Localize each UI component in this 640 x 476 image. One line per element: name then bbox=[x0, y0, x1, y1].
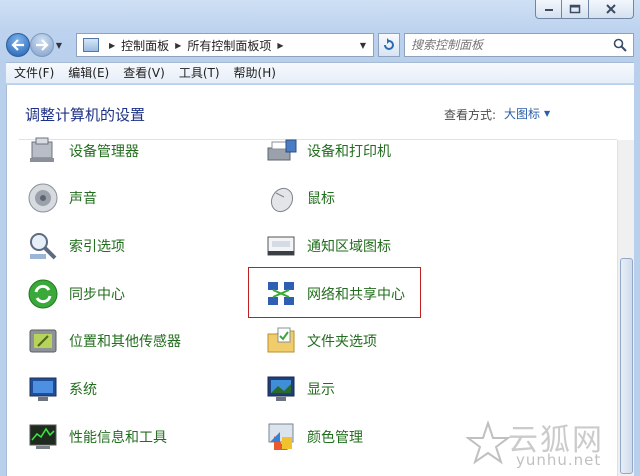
maximize-button[interactable] bbox=[562, 0, 589, 19]
back-button[interactable] bbox=[6, 33, 30, 57]
menu-edit[interactable]: 编辑(E) bbox=[62, 63, 115, 83]
address-bar[interactable]: ▶ 控制面板 ▶ 所有控制面板项 ▶ ▼ bbox=[76, 33, 374, 57]
item-label: 位置和其他传感器 bbox=[69, 334, 181, 350]
breadcrumb-all-items[interactable]: 所有控制面板项 bbox=[187, 37, 271, 54]
refresh-button[interactable] bbox=[378, 33, 400, 57]
item-indexing-options[interactable]: 索引选项 bbox=[25, 228, 125, 264]
item-folder-options[interactable]: 文件夹选项 bbox=[263, 323, 377, 359]
display-icon bbox=[263, 371, 299, 407]
device-manager-icon bbox=[25, 133, 61, 169]
item-location-sensors[interactable]: 位置和其他传感器 bbox=[25, 323, 181, 359]
watermark: 云狐网 yunhu.net bbox=[466, 415, 634, 476]
item-label: 设备管理器 bbox=[69, 144, 139, 160]
mouse-icon bbox=[263, 180, 299, 216]
item-device-manager[interactable]: 设备管理器 bbox=[25, 133, 139, 169]
page-title: 调整计算机的设置 bbox=[25, 106, 146, 124]
item-system[interactable]: 系统 bbox=[25, 371, 97, 407]
item-label: 显示 bbox=[307, 382, 335, 398]
arrow-left-icon bbox=[11, 39, 24, 51]
forward-button[interactable] bbox=[30, 33, 54, 57]
breadcrumb-control-panel[interactable]: 控制面板 bbox=[121, 37, 169, 54]
item-mouse[interactable]: 鼠标 bbox=[263, 180, 335, 216]
menu-tools[interactable]: 工具(T) bbox=[173, 63, 226, 83]
performance-icon bbox=[25, 419, 61, 455]
minimize-icon bbox=[544, 9, 553, 11]
search-box[interactable] bbox=[404, 33, 634, 57]
speaker-icon bbox=[25, 180, 61, 216]
color-management-icon bbox=[263, 419, 299, 455]
view-mode-dropdown[interactable]: 大图标 bbox=[504, 105, 540, 122]
control-panel-window: ▼ ▶ 控制面板 ▶ 所有控制面板项 ▶ ▼ 文件(F) 编辑(E) 查看(V)… bbox=[0, 0, 640, 476]
item-label: 同步中心 bbox=[69, 287, 125, 303]
breadcrumb-arrow-icon[interactable]: ▶ bbox=[175, 41, 181, 50]
item-label: 设备和打印机 bbox=[307, 144, 391, 160]
menu-bar: 文件(F) 编辑(E) 查看(V) 工具(T) 帮助(H) bbox=[6, 62, 634, 84]
item-label: 通知区域图标 bbox=[307, 239, 391, 255]
breadcrumb-arrow-icon[interactable]: ▶ bbox=[109, 41, 115, 50]
minimize-button[interactable] bbox=[535, 0, 562, 19]
search-icon[interactable] bbox=[611, 36, 629, 54]
caption-buttons bbox=[535, 0, 634, 19]
item-label: 文件夹选项 bbox=[307, 334, 377, 350]
folder-options-icon bbox=[263, 323, 299, 359]
item-label: 索引选项 bbox=[69, 239, 125, 255]
close-icon bbox=[606, 4, 616, 14]
item-label: 颜色管理 bbox=[307, 430, 363, 446]
chevron-down-icon: ▼ bbox=[359, 40, 367, 50]
item-notification-area-icons[interactable]: 通知区域图标 bbox=[263, 228, 391, 264]
view-mode-label: 查看方式: bbox=[444, 108, 497, 122]
item-sound[interactable]: 声音 bbox=[25, 180, 97, 216]
item-display[interactable]: 显示 bbox=[263, 371, 335, 407]
control-panel-icon bbox=[83, 38, 99, 52]
menu-help[interactable]: 帮助(H) bbox=[228, 63, 282, 83]
chevron-down-icon[interactable]: ▼ bbox=[544, 109, 550, 118]
address-dropdown-button[interactable]: ▼ bbox=[355, 36, 371, 54]
item-label: 系统 bbox=[69, 382, 97, 398]
item-sync-center[interactable]: 同步中心 bbox=[25, 276, 125, 312]
system-icon bbox=[25, 371, 61, 407]
indexing-icon bbox=[25, 228, 61, 264]
star-logo-icon bbox=[466, 421, 510, 465]
sync-icon bbox=[25, 276, 61, 312]
printer-icon bbox=[263, 133, 299, 169]
close-button[interactable] bbox=[589, 0, 634, 19]
menu-view[interactable]: 查看(V) bbox=[117, 63, 171, 83]
arrow-right-icon bbox=[36, 39, 49, 51]
item-label: 声音 bbox=[69, 191, 97, 207]
menu-file[interactable]: 文件(F) bbox=[8, 63, 60, 83]
sensor-icon bbox=[25, 323, 61, 359]
item-color-management[interactable]: 颜色管理 bbox=[263, 419, 363, 455]
highlight-box bbox=[248, 267, 421, 318]
breadcrumb-arrow-icon[interactable]: ▶ bbox=[277, 41, 283, 50]
watermark-url: yunhu.net bbox=[516, 451, 602, 469]
search-input[interactable] bbox=[411, 35, 611, 55]
refresh-icon bbox=[384, 38, 394, 50]
item-label: 鼠标 bbox=[307, 191, 335, 207]
maximize-icon bbox=[569, 4, 581, 14]
notification-icon bbox=[263, 228, 299, 264]
navigation-bar: ▼ ▶ 控制面板 ▶ 所有控制面板项 ▶ ▼ bbox=[6, 32, 634, 58]
chevron-down-icon: ▼ bbox=[55, 40, 63, 50]
item-label: 性能信息和工具 bbox=[69, 430, 167, 446]
item-devices-printers[interactable]: 设备和打印机 bbox=[263, 133, 391, 169]
item-performance[interactable]: 性能信息和工具 bbox=[25, 419, 167, 455]
recent-pages-dropdown[interactable]: ▼ bbox=[54, 33, 64, 57]
